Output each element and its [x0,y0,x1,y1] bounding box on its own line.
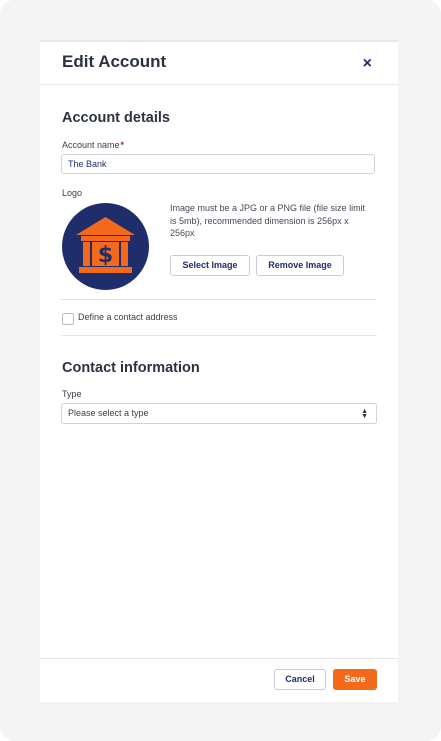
svg-text:$: $ [98,243,113,268]
account-logo: $ [62,203,149,290]
modal-header: Edit Account × [40,42,398,85]
edit-account-modal: Edit Account × Account details Account n… [40,40,398,702]
account-name-label-text: Account name [62,140,120,150]
select-caret-icon: ▲ ▼ [361,408,368,420]
modal-title: Edit Account [62,52,167,71]
divider [61,299,377,300]
page-background: Edit Account × Account details Account n… [0,0,441,741]
contact-address-label[interactable]: Define a contact address [78,312,178,322]
select-image-button[interactable]: Select Image [170,255,250,276]
save-button[interactable]: Save [333,669,377,690]
logo-label: Logo [62,188,83,198]
cancel-button[interactable]: Cancel [274,669,326,690]
contact-address-checkbox[interactable] [62,313,74,325]
remove-image-button[interactable]: Remove Image [256,255,344,276]
type-select-value: Please select a type [68,408,149,418]
divider [61,335,377,336]
logo-help-text: Image must be a JPG or a PNG file (file … [170,203,366,238]
type-select[interactable]: Please select a type ▲ ▼ [61,403,377,424]
bank-dollar-icon: $ [76,217,135,273]
contact-information-heading: Contact information [62,360,200,376]
modal-footer-divider [40,658,398,659]
required-marker: * [120,140,125,150]
account-name-field[interactable]: The Bank [61,154,375,174]
account-details-heading: Account details [62,110,170,126]
close-icon[interactable]: × [363,56,372,72]
account-name-label: Account name* [62,140,124,150]
type-label: Type [62,389,82,399]
